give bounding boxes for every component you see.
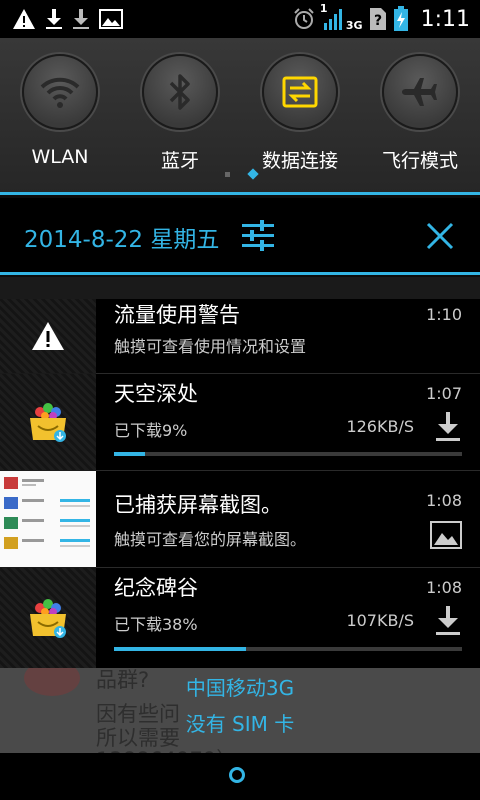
notification-time: 1:08	[426, 491, 462, 510]
notification-subtitle: 触摸可查看使用情况和设置	[114, 337, 307, 356]
download-icon	[45, 8, 63, 30]
page-dot-active	[247, 168, 259, 180]
signal-icon: 1 3G	[320, 3, 363, 32]
data-connection-label: 数据连接	[261, 150, 338, 172]
page-indicator	[0, 168, 480, 180]
sliders-icon	[242, 220, 274, 251]
download-progress-bar	[114, 452, 462, 456]
bluetooth-icon	[142, 54, 218, 130]
download-progress-bar	[114, 647, 462, 651]
battery-charging-icon	[393, 6, 409, 32]
clear-all-button[interactable]	[420, 216, 460, 256]
top-divider	[0, 192, 480, 195]
notification-header: 2014-8-22 星期五	[0, 198, 480, 274]
download-status: 已下载9%	[114, 421, 188, 440]
notification-screenshot[interactable]: 已捕获屏幕截图。 1:08 触摸可查看您的屏幕截图。	[0, 471, 480, 567]
background-app-content: 品群? 因有些问 所以需要 138864979） 中国移动3G 没有 SIM 卡	[0, 668, 480, 753]
header-divider	[0, 272, 480, 275]
image-icon	[99, 9, 123, 29]
airplane-mode-label: 飞行模式	[381, 150, 458, 172]
warning-icon	[0, 299, 96, 373]
download-speed: 126KB/S	[346, 417, 414, 436]
quick-settings-panel: WLAN 蓝牙 数据连接 飞行模式	[0, 38, 480, 195]
unknown-sim-icon: ?	[369, 7, 387, 31]
download-icon	[434, 410, 462, 446]
close-icon	[426, 222, 454, 250]
download-progress-fill	[114, 647, 247, 651]
notification-title: 天空深处	[114, 382, 198, 406]
network-type: 3G	[345, 19, 363, 32]
status-time: 1:11	[420, 6, 470, 32]
notification-download[interactable]: 纪念碑谷 1:08 已下载38% 107KB/S	[0, 568, 480, 668]
status-bar[interactable]: 1 3G ? 1:11	[0, 0, 480, 38]
download-status: 已下载38%	[114, 615, 198, 634]
sim-status: 没有 SIM 卡	[185, 712, 295, 736]
drag-handle-icon[interactable]	[229, 767, 245, 783]
notification-title: 纪念碑谷	[114, 576, 198, 600]
image-icon	[430, 521, 462, 553]
alarm-icon	[292, 7, 316, 31]
app-store-bag-icon	[0, 568, 96, 668]
airplane-icon	[382, 54, 458, 130]
notification-time: 1:10	[426, 305, 462, 324]
sim-slot-label: 1	[319, 2, 328, 15]
page-dot	[225, 172, 230, 177]
svg-text:?: ?	[374, 13, 382, 29]
data-connection-toggle[interactable]: 数据连接	[250, 54, 350, 173]
notification-title: 已捕获屏幕截图。	[114, 493, 282, 517]
date-label[interactable]: 2014-8-22 星期五	[24, 220, 219, 254]
drag-handle-bar[interactable]	[0, 753, 480, 800]
carrier-name: 中国移动3G	[185, 676, 295, 700]
bluetooth-label: 蓝牙	[160, 150, 199, 172]
wlan-toggle[interactable]: WLAN	[10, 54, 110, 168]
background-text: 138864979）	[96, 744, 237, 753]
download-icon	[434, 604, 462, 640]
settings-button[interactable]	[240, 218, 276, 254]
notification-data-usage[interactable]: 流量使用警告 1:10 触摸可查看使用情况和设置	[0, 299, 480, 373]
notification-list[interactable]: 流量使用警告 1:10 触摸可查看使用情况和设置 天空深处 1:07 已下载9%…	[0, 277, 480, 668]
download-speed: 107KB/S	[346, 611, 414, 630]
download-icon	[72, 8, 90, 30]
notification-title: 流量使用警告	[114, 303, 240, 327]
notification-subtitle: 触摸可查看您的屏幕截图。	[114, 530, 307, 549]
wlan-label: WLAN	[31, 146, 89, 168]
data-connection-icon	[262, 54, 338, 130]
wifi-icon	[22, 54, 98, 130]
notification-time: 1:08	[426, 578, 462, 597]
bluetooth-toggle[interactable]: 蓝牙	[130, 54, 230, 173]
airplane-mode-toggle[interactable]: 飞行模式	[370, 54, 470, 173]
notification-time: 1:07	[426, 384, 462, 403]
download-progress-fill	[114, 452, 146, 456]
notification-download[interactable]: 天空深处 1:07 已下载9% 126KB/S	[0, 374, 480, 470]
app-store-bag-icon	[0, 374, 96, 470]
warning-icon	[12, 8, 36, 30]
screenshot-thumbnail	[0, 471, 96, 567]
